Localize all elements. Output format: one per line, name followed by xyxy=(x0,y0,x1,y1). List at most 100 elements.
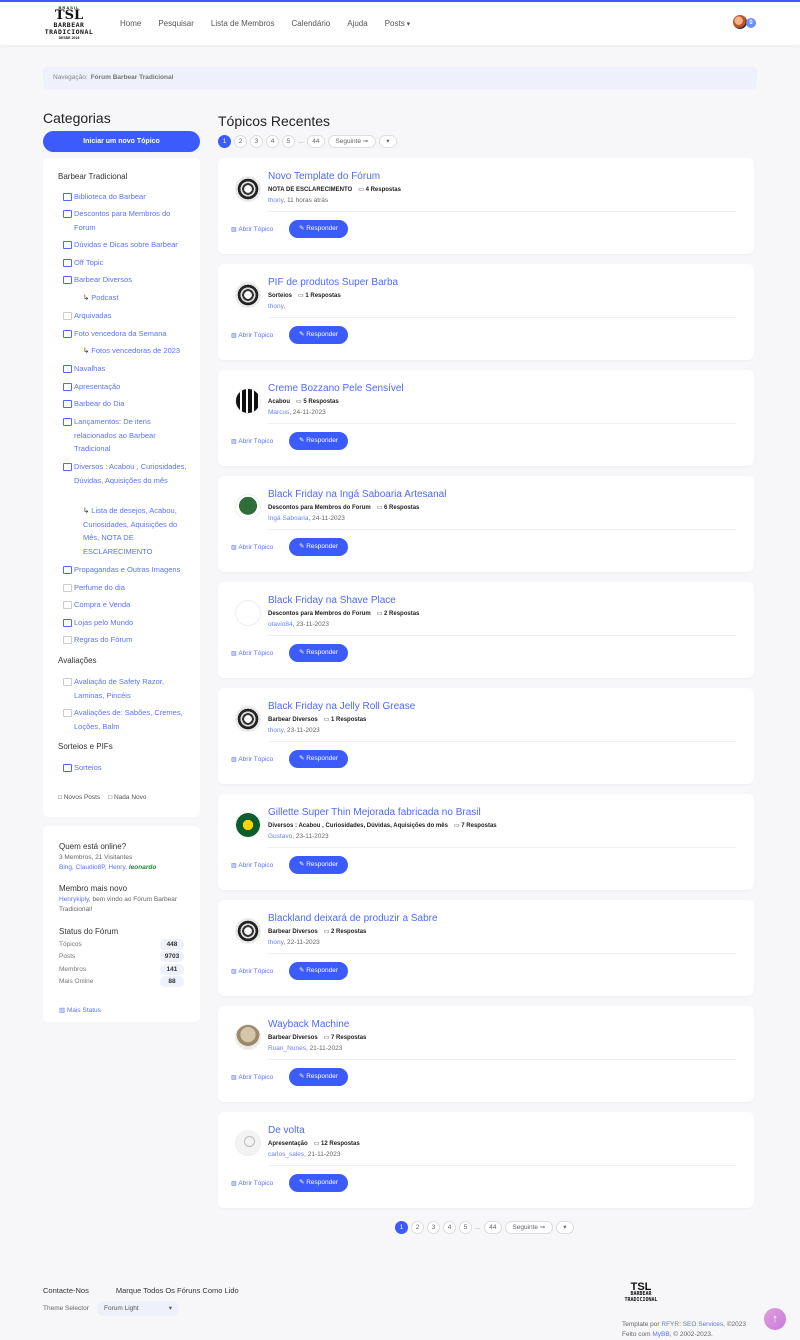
nav-calendar[interactable]: Calendário xyxy=(292,19,331,28)
page-button[interactable]: 2 xyxy=(411,1221,424,1234)
topic-author-link[interactable]: Ingá Saboaria xyxy=(268,515,308,522)
topic-forum-link[interactable]: Sorteios xyxy=(268,293,292,299)
forum-link[interactable]: Propagandas e Outras Imagens xyxy=(63,563,193,577)
online-users-list[interactable]: Bing, Claudio8P, Henry, xyxy=(59,864,127,871)
forum-link[interactable]: Biblioteca do Barbear xyxy=(63,190,193,204)
page-button[interactable]: 3 xyxy=(250,135,263,148)
topic-title-link[interactable]: Creme Bozzano Pele Sensível xyxy=(268,383,404,394)
site-logo[interactable]: BRASIL TSL BARBEAR TRADICIONAL DESDE 201… xyxy=(43,5,95,45)
page-button[interactable]: 4 xyxy=(443,1221,456,1234)
breadcrumb-current[interactable]: Fórum Barbear Tradicional xyxy=(91,74,174,81)
topic-title-link[interactable]: PIF de produtos Super Barba xyxy=(268,277,398,288)
topic-forum-link[interactable]: NOTA DE ESCLARECIMENTO xyxy=(268,187,352,193)
page-button[interactable]: 1 xyxy=(218,135,231,148)
topic-title-link[interactable]: Black Friday na Shave Place xyxy=(268,595,396,606)
author-avatar[interactable] xyxy=(235,494,261,520)
open-topic-link[interactable]: Abrir Tópico xyxy=(231,968,273,975)
forum-link[interactable]: Off Topic xyxy=(63,256,193,270)
forum-link[interactable]: Barbear do Dia xyxy=(63,397,193,411)
reply-button[interactable]: Responder xyxy=(289,1068,348,1086)
open-topic-link[interactable]: Abrir Tópico xyxy=(231,332,273,339)
forum-link[interactable]: Arquivadas xyxy=(63,309,193,323)
topic-author-link[interactable]: carlos_sales xyxy=(268,1151,304,1158)
topic-title-link[interactable]: Black Friday na Ingá Saboaria Artesanal xyxy=(268,489,446,500)
topic-forum-link[interactable]: Apresentação xyxy=(268,1141,308,1147)
nav-member-list[interactable]: Lista de Membros xyxy=(211,19,275,28)
nav-search[interactable]: Pesquisar xyxy=(158,19,194,28)
page-button[interactable]: 4 xyxy=(266,135,279,148)
credit-mybb-link[interactable]: MyBB xyxy=(652,1331,669,1338)
forum-link[interactable]: Foto vencedora da Semana xyxy=(63,327,193,341)
open-topic-link[interactable]: Abrir Tópico xyxy=(231,544,273,551)
forum-link[interactable]: Sorteios xyxy=(63,761,193,775)
reply-button[interactable]: Responder xyxy=(289,962,348,980)
forum-link[interactable]: Lojas pelo Mundo xyxy=(63,616,193,630)
reply-button[interactable]: Responder xyxy=(289,220,348,238)
subforum-link[interactable]: ↳ Lista de desejos, Acabou, Curiosidades,… xyxy=(83,504,193,558)
page-button-last[interactable]: 44 xyxy=(483,1221,502,1234)
forum-link[interactable]: Lançamentos: De itens relacionados ao Ba… xyxy=(63,415,193,456)
author-avatar[interactable] xyxy=(235,388,261,414)
newest-member-link[interactable]: Henrykiply xyxy=(59,896,89,903)
author-avatar[interactable] xyxy=(235,176,261,202)
page-button[interactable]: 5 xyxy=(282,135,295,148)
topic-title-link[interactable]: Blackland deixará de produzir a Sabre xyxy=(268,913,438,924)
topic-author-link[interactable]: thony xyxy=(268,303,283,310)
forum-link[interactable]: Compra e Venda xyxy=(63,598,193,612)
reply-button[interactable]: Responder xyxy=(289,856,348,874)
author-avatar[interactable] xyxy=(235,282,261,308)
topic-forum-link[interactable]: Descontos para Membros do Forum xyxy=(268,505,371,511)
topic-author-link[interactable]: thony xyxy=(268,727,283,734)
reply-button[interactable]: Responder xyxy=(289,538,348,556)
nav-home[interactable]: Home xyxy=(120,19,141,28)
forum-link[interactable]: Regras do Fórum xyxy=(63,633,193,647)
open-topic-link[interactable]: Abrir Tópico xyxy=(231,1180,273,1187)
page-menu-button[interactable]: ▾ xyxy=(378,135,397,148)
topic-author-link[interactable]: thony xyxy=(268,197,283,204)
subforum-link[interactable]: ↳ Podcast xyxy=(83,291,193,305)
open-topic-link[interactable]: Abrir Tópico xyxy=(231,438,273,445)
page-button-last[interactable]: 44 xyxy=(306,135,325,148)
next-page-button[interactable]: Seguinte ➞ xyxy=(327,135,376,148)
topic-author-link[interactable]: Marcus xyxy=(268,409,289,416)
topic-author-link[interactable]: Ruan_Nunes xyxy=(268,1045,306,1052)
reply-button[interactable]: Responder xyxy=(289,1174,348,1192)
subforum-link[interactable]: ↳ Fotos vencedoras de 2023 xyxy=(83,344,193,358)
forum-link[interactable]: Dúvidas e Dicas sobre Barbear xyxy=(63,238,193,252)
topic-author-link[interactable]: thony xyxy=(268,939,283,946)
page-button[interactable]: 1 xyxy=(395,1221,408,1234)
open-topic-link[interactable]: Abrir Tópico xyxy=(231,756,273,763)
topic-title-link[interactable]: Gillette Super Thin Mejorada fabricada n… xyxy=(268,807,481,818)
topic-forum-link[interactable]: Barbear Diversos xyxy=(268,929,318,935)
next-page-button[interactable]: Seguinte ➞ xyxy=(504,1221,553,1234)
credit-template-link[interactable]: RFYR: SEO Services xyxy=(661,1321,723,1328)
forum-link[interactable]: Descontos para Membros do Forum xyxy=(63,207,193,234)
forum-link[interactable]: Navalhas xyxy=(63,362,193,376)
forum-link[interactable]: Barbear Diversos xyxy=(63,273,193,287)
mark-all-read-link[interactable]: Marque Todos Os Fóruns Como Lido xyxy=(116,1286,239,1295)
open-topic-link[interactable]: Abrir Tópico xyxy=(231,862,273,869)
open-topic-link[interactable]: Abrir Tópico xyxy=(231,650,273,657)
page-button[interactable]: 3 xyxy=(427,1221,440,1234)
forum-link[interactable]: Apresentação xyxy=(63,380,193,394)
author-avatar[interactable] xyxy=(235,600,261,626)
topic-forum-link[interactable]: Barbear Diversos xyxy=(268,717,318,723)
new-topic-button[interactable]: Iniciar um novo Tópico xyxy=(43,131,200,152)
author-avatar[interactable] xyxy=(235,706,261,732)
contact-link[interactable]: Contacte-Nos xyxy=(43,1286,89,1295)
reply-button[interactable]: Responder xyxy=(289,326,348,344)
reply-button[interactable]: Responder xyxy=(289,644,348,662)
online-highlight-user[interactable]: leonardo xyxy=(129,864,156,871)
topic-author-link[interactable]: otavio84 xyxy=(268,621,293,628)
topic-forum-link[interactable]: Diversos : Acabou , Curiosidades, Dúvida… xyxy=(268,823,448,829)
open-topic-link[interactable]: Abrir Tópico xyxy=(231,226,273,233)
author-avatar[interactable] xyxy=(235,918,261,944)
forum-link[interactable]: Perfume do dia xyxy=(63,581,193,595)
topic-title-link[interactable]: Black Friday na Jelly Roll Grease xyxy=(268,701,415,712)
more-stats-link[interactable]: ▥ Mais Status xyxy=(59,1006,101,1014)
theme-select[interactable]: Forum Light xyxy=(97,1301,179,1316)
topic-title-link[interactable]: De volta xyxy=(268,1125,305,1136)
topic-author-link[interactable]: Gustavo xyxy=(268,833,292,840)
forum-link[interactable]: Diversos : Acabou , Curiosidades, Dúvida… xyxy=(63,460,193,487)
author-avatar[interactable] xyxy=(235,812,261,838)
